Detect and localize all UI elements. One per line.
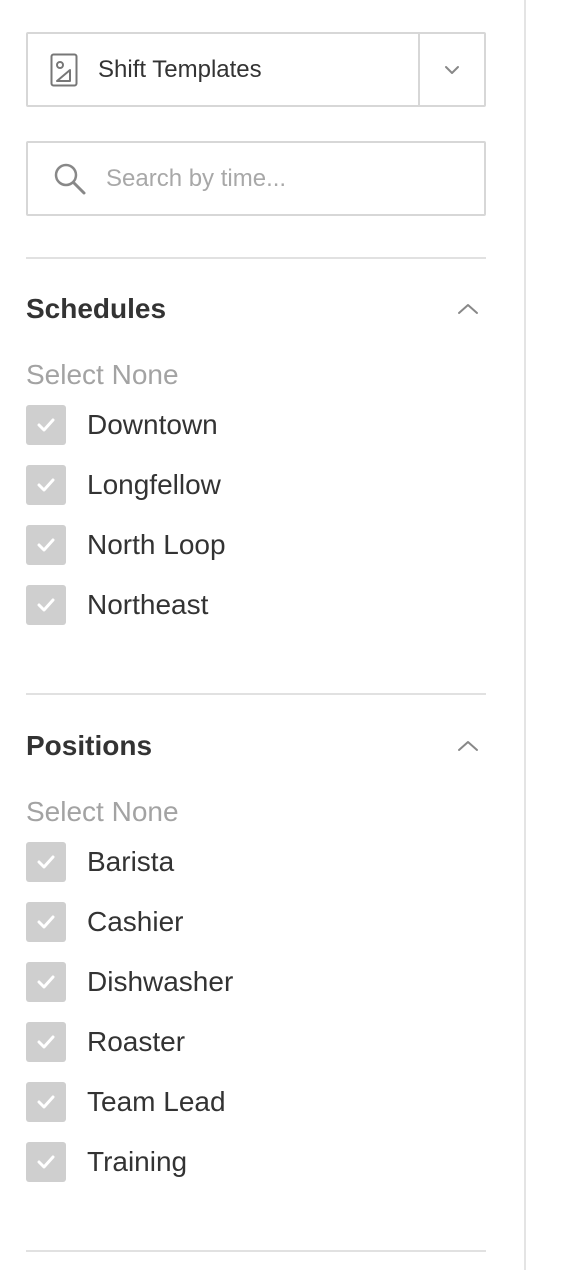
checkbox[interactable]	[26, 1082, 66, 1122]
check-icon	[37, 1035, 55, 1049]
positions-header: Positions	[26, 726, 486, 766]
schedules-section: Schedules Select None Downtown Longfello…	[26, 289, 486, 645]
positions-select-none-link[interactable]: Select None	[26, 794, 179, 830]
divider	[26, 1250, 486, 1252]
schedules-header: Schedules	[26, 289, 486, 329]
schedules-list: Downtown Longfellow North Loop Northeast	[26, 405, 486, 625]
check-icon	[37, 1095, 55, 1109]
schedule-item-longfellow[interactable]: Longfellow	[26, 465, 486, 505]
positions-title: Positions	[26, 730, 153, 761]
schedule-label: Northeast	[87, 589, 209, 620]
check-icon	[37, 478, 55, 492]
divider	[26, 257, 486, 259]
checkbox[interactable]	[26, 585, 66, 625]
shift-templates-dropdown[interactable]: Shift Templates	[26, 32, 486, 107]
checkbox[interactable]	[26, 405, 66, 445]
position-label: Dishwasher	[87, 966, 234, 997]
checkbox[interactable]	[26, 962, 66, 1002]
divider	[26, 693, 486, 695]
check-icon	[37, 975, 55, 989]
positions-section: Positions Select None Barista Cashier Di…	[26, 726, 486, 1202]
search-input[interactable]	[106, 143, 484, 214]
schedules-title: Schedules	[26, 293, 167, 324]
schedule-label: North Loop	[87, 529, 226, 560]
search-field	[26, 141, 486, 216]
position-label: Training	[87, 1146, 188, 1177]
check-icon	[37, 915, 55, 929]
position-label: Roaster	[87, 1026, 186, 1057]
position-item-barista[interactable]: Barista	[26, 842, 486, 882]
check-icon	[37, 1155, 55, 1169]
schedule-item-north-loop[interactable]: North Loop	[26, 525, 486, 565]
schedule-label: Downtown	[87, 409, 218, 440]
position-label: Cashier	[87, 906, 184, 937]
position-item-dishwasher[interactable]: Dishwasher	[26, 962, 486, 1002]
positions-list: Barista Cashier Dishwasher Roaster Team …	[26, 842, 486, 1182]
position-item-roaster[interactable]: Roaster	[26, 1022, 486, 1062]
filter-sidebar: Shift Templates Schedules Select Non	[0, 0, 526, 1270]
schedule-item-downtown[interactable]: Downtown	[26, 405, 486, 445]
position-label: Team Lead	[87, 1086, 226, 1117]
checkbox[interactable]	[26, 842, 66, 882]
schedule-label: Longfellow	[87, 469, 221, 500]
checkbox[interactable]	[26, 1022, 66, 1062]
position-item-team-lead[interactable]: Team Lead	[26, 1082, 486, 1122]
shift-templates-label: Shift Templates	[98, 55, 262, 83]
position-item-training[interactable]: Training	[26, 1142, 486, 1182]
chevron-up-icon[interactable]	[450, 728, 486, 764]
checkbox[interactable]	[26, 465, 66, 505]
chevron-down-icon[interactable]	[418, 34, 484, 105]
check-icon	[37, 538, 55, 552]
check-icon	[37, 418, 55, 432]
schedule-item-northeast[interactable]: Northeast	[26, 585, 486, 625]
check-icon	[37, 855, 55, 869]
position-item-cashier[interactable]: Cashier	[26, 902, 486, 942]
template-icon	[50, 53, 78, 87]
check-icon	[37, 598, 55, 612]
schedules-select-none-link[interactable]: Select None	[26, 357, 179, 393]
checkbox[interactable]	[26, 525, 66, 565]
search-icon	[52, 161, 88, 197]
position-label: Barista	[87, 846, 175, 877]
checkbox[interactable]	[26, 902, 66, 942]
chevron-up-icon[interactable]	[450, 291, 486, 327]
checkbox[interactable]	[26, 1142, 66, 1182]
